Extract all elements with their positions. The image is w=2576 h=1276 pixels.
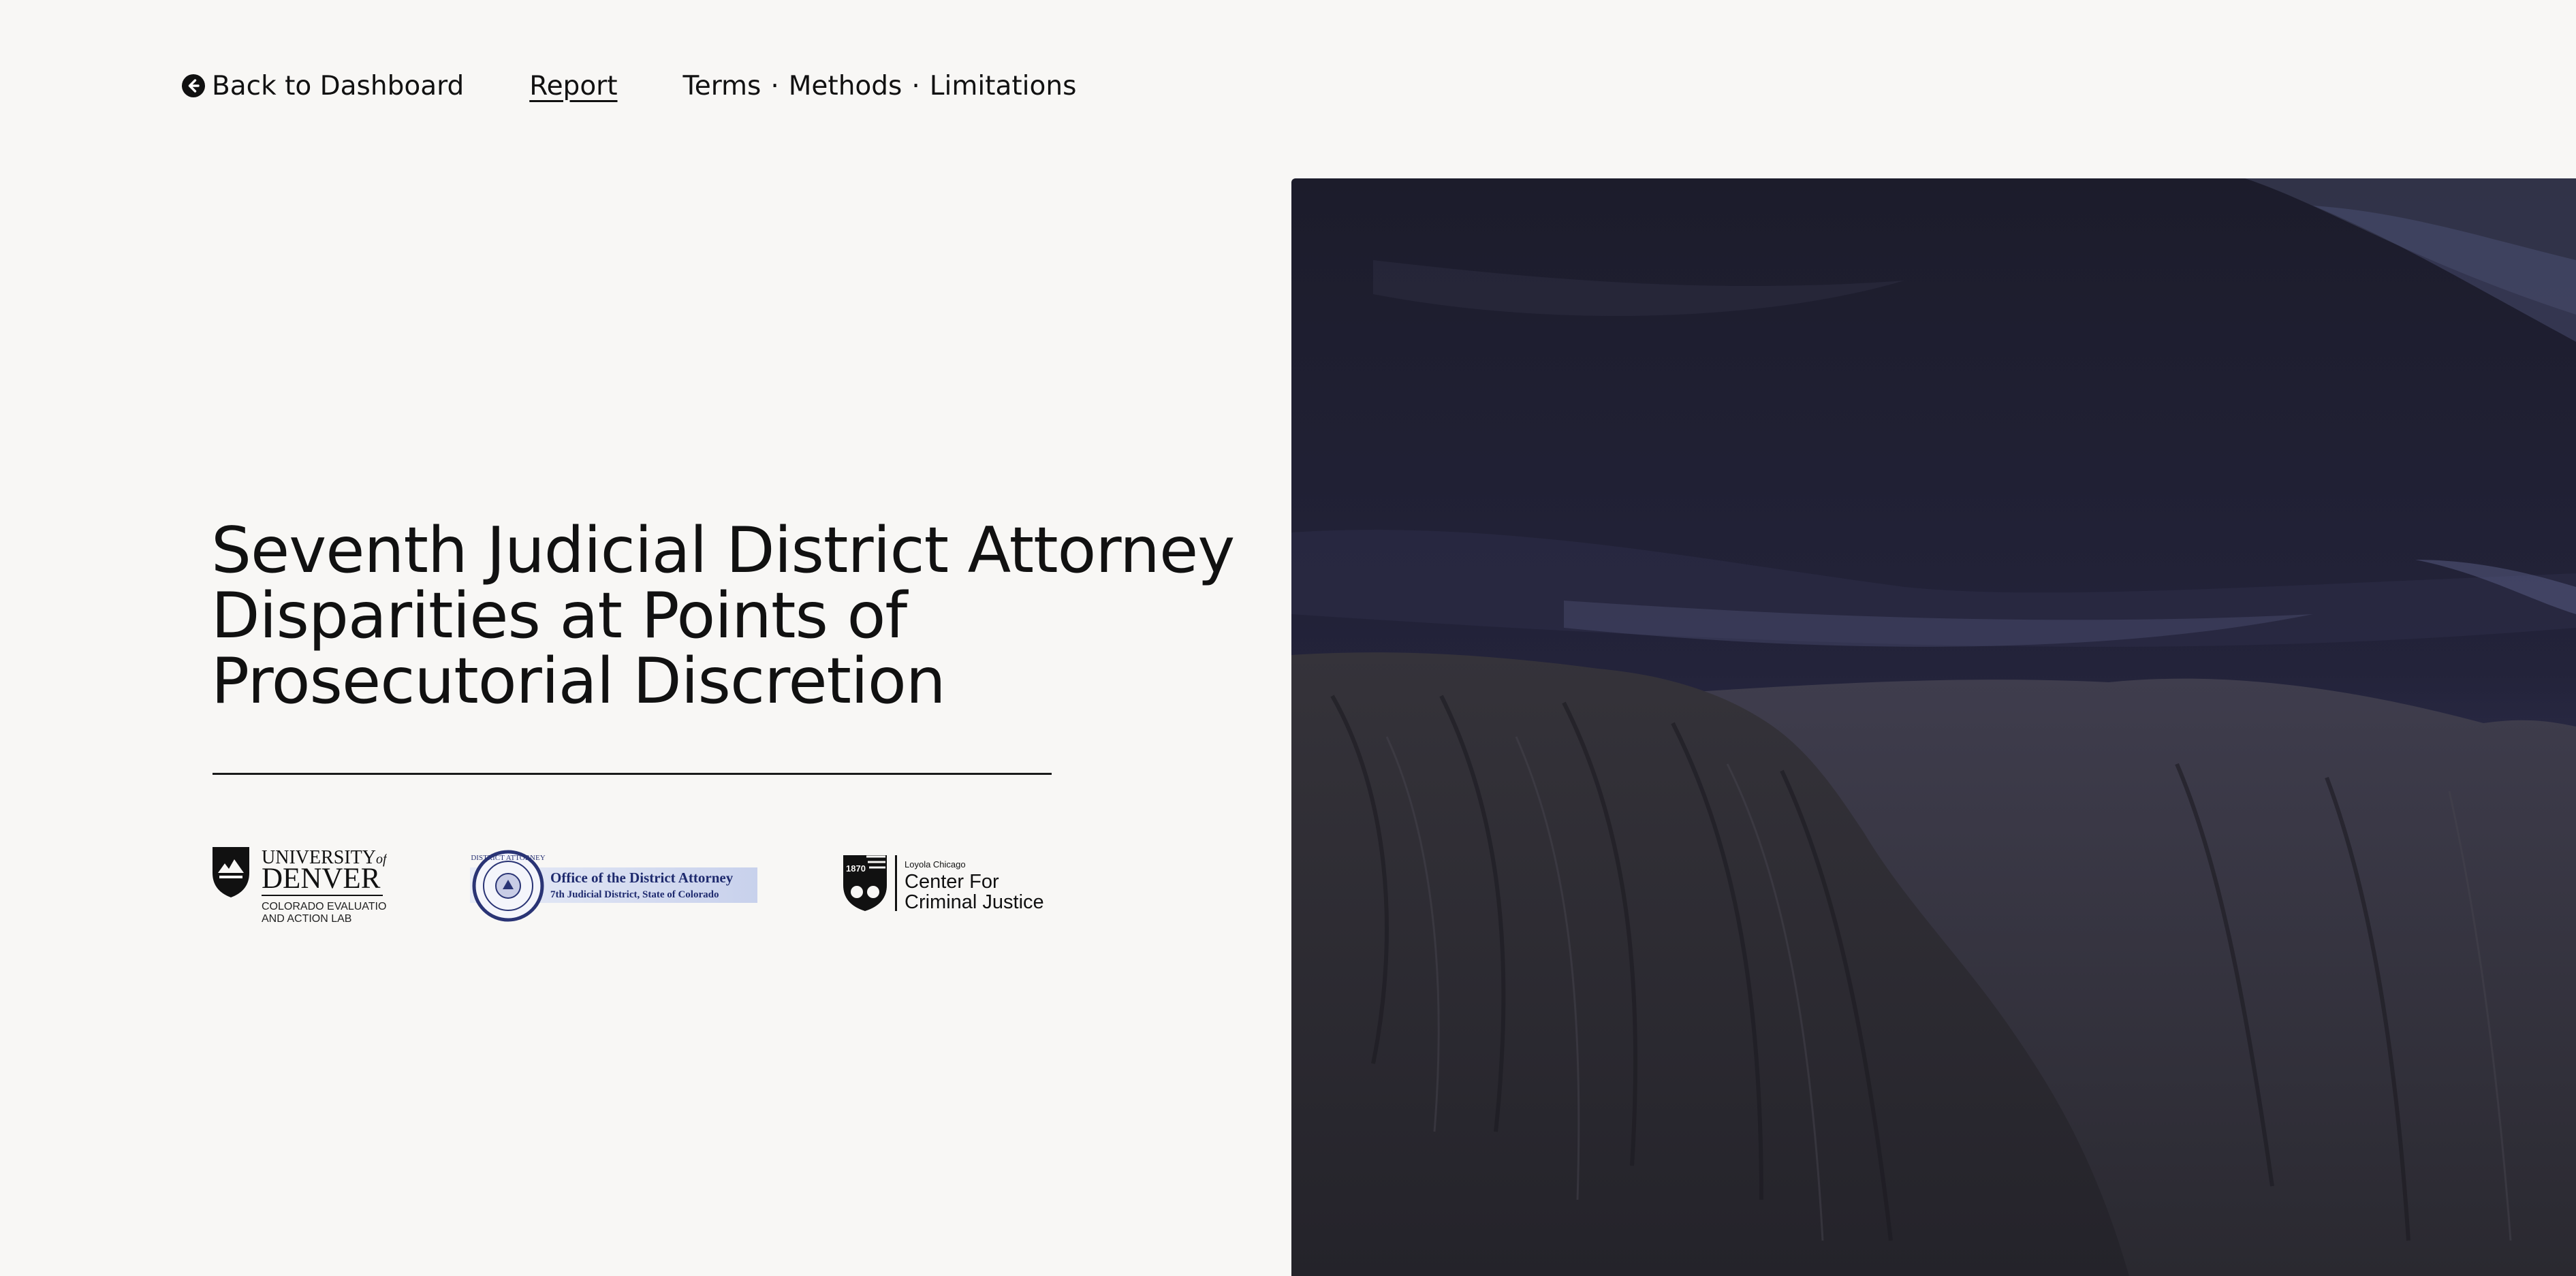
district-attorney-logo: DISTRICT ATTORNEY Office of the District… (470, 848, 757, 923)
methods-link[interactable]: Methods (789, 71, 902, 101)
page-title: Seventh Judicial District Attorney Dispa… (211, 517, 1274, 714)
luc-small: Loyola Chicago (905, 859, 966, 870)
arrow-left-circle-icon (181, 74, 206, 98)
hero-canyon-image (1291, 178, 2576, 1276)
back-to-dashboard-link[interactable]: Back to Dashboard (181, 71, 464, 101)
nav-separator: · (911, 70, 920, 101)
report-link[interactable]: Report (529, 71, 617, 101)
du-sub-2: AND ACTION LAB (262, 913, 351, 925)
page-title-line-1: Seventh Judicial District Attorney (211, 513, 1235, 587)
back-to-dashboard-label: Back to Dashboard (212, 70, 465, 101)
terms-link[interactable]: Terms (683, 71, 761, 101)
top-nav: Back to Dashboard Report Terms · Methods… (181, 65, 1076, 106)
du-sub-1: COLORADO EVALUATION (262, 901, 387, 912)
luc-line-1: Center For (905, 871, 999, 893)
page-title-line-3: Prosecutorial Discretion (211, 644, 946, 718)
loyola-center-for-criminal-justice-logo: 1870 Loyola Chicago Center For Criminal … (842, 852, 1053, 914)
da-line-1: Office of the District Attorney (550, 870, 734, 886)
da-seal-text: DISTRICT ATTORNEY (471, 854, 545, 862)
limitations-link[interactable]: Limitations (930, 71, 1077, 101)
page-title-line-2: Disparities at Points of (211, 579, 907, 652)
title-divider (213, 773, 1052, 775)
university-of-denver-logo: UNIVERSITYof DENVER COLORADO EVALUATION … (210, 843, 394, 927)
luc-line-2: Criminal Justice (905, 891, 1044, 913)
nav-separator: · (770, 70, 779, 101)
luc-year: 1870 (846, 863, 866, 874)
du-line-2: DENVER (262, 863, 381, 895)
da-line-2: 7th Judicial District, State of Colorado (550, 889, 719, 900)
